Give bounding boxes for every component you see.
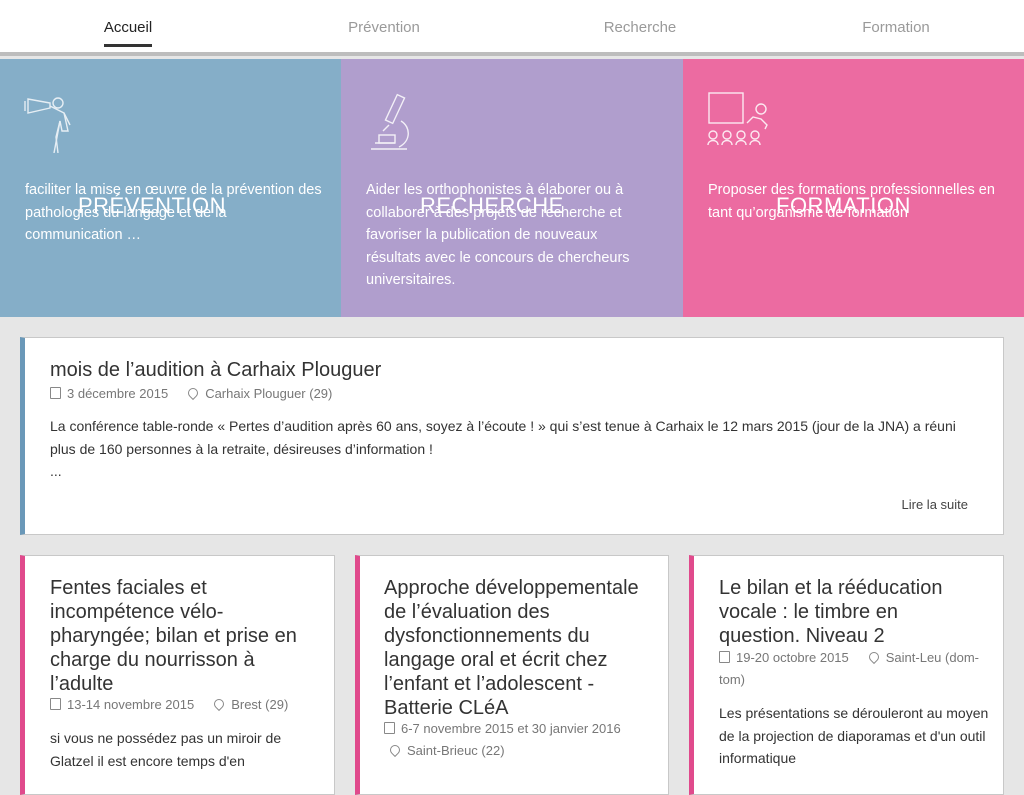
course-date: 19-20 octobre 2015 [736, 650, 849, 665]
course-card[interactable]: Fentes faciales et incompétence vélo-pha… [20, 555, 335, 795]
location-icon [866, 649, 881, 665]
nav-formation[interactable]: Formation [816, 19, 976, 36]
calendar-icon [384, 722, 395, 734]
course-card[interactable]: Le bilan et la rééducation vocale : le t… [689, 555, 1004, 795]
course-text: si vous ne possédez pas un miroir de Gla… [50, 730, 282, 769]
article-text: La conférence table-ronde « Pertes d’aud… [50, 418, 956, 457]
tile-prevention[interactable]: PRÉVENTION faciliter la mise en œuvre de… [0, 59, 341, 317]
nav-recherche[interactable]: Recherche [560, 19, 720, 36]
tile-text: Aider les orthophonistes à élaborer ou à… [366, 182, 630, 288]
featured-article: mois de l’audition à Carhaix Plouguer 3 … [20, 337, 1004, 535]
course-date: 13-14 novembre 2015 [67, 697, 195, 712]
article-date: 3 décembre 2015 [67, 386, 169, 401]
tile-text: Proposer des formations professionnelles… [708, 182, 995, 221]
tile-text: faciliter la mise en œuvre de la prévent… [25, 182, 322, 243]
article-title[interactable]: mois de l’audition à Carhaix Plouguer [50, 358, 381, 382]
tile-formation[interactable]: FORMATION Proposer des formations profes… [683, 59, 1024, 317]
course-meta: 13-14 novembre 2015 Brest (29) [50, 694, 330, 716]
main-nav: Accueil Prévention Recherche Formation [0, 0, 1024, 56]
article-meta: 3 décembre 2015 Carhaix Plouguer (29) [50, 383, 332, 405]
location-icon [212, 696, 227, 712]
course-place: Saint-Brieuc (22) [407, 743, 505, 758]
microscope-icon [371, 93, 409, 150]
course-title[interactable]: Approche développementale de l’évaluatio… [384, 576, 654, 720]
calendar-icon [719, 651, 730, 663]
article-ellipsis: ... [50, 463, 62, 479]
course-place: Brest (29) [231, 697, 289, 712]
course-text: Les présentations se dérouleront au moye… [719, 705, 989, 766]
classroom-icon [707, 92, 768, 146]
location-icon [387, 742, 403, 758]
course-title[interactable]: Fentes faciales et incompétence vélo-pha… [50, 576, 310, 696]
location-icon [186, 385, 201, 401]
calendar-icon [50, 387, 61, 399]
course-date: 6-7 novembre 2015 et 30 janvier 2016 [401, 721, 621, 736]
nav-accueil[interactable]: Accueil [48, 19, 208, 47]
course-card[interactable]: Approche développementale de l’évaluatio… [355, 555, 669, 795]
megaphone-icon [24, 97, 71, 153]
calendar-icon [50, 698, 61, 710]
nav-prevention[interactable]: Prévention [304, 19, 464, 36]
read-more-link[interactable]: Lire la suite [902, 497, 968, 512]
course-meta: 19-20 octobre 2015 Saint-Leu (dom-tom) [719, 647, 989, 691]
course-meta: 6-7 novembre 2015 et 30 janvier 2016 Sain… [384, 718, 664, 762]
article-place: Carhaix Plouguer (29) [205, 386, 333, 401]
course-title[interactable]: Le bilan et la rééducation vocale : le t… [719, 576, 979, 648]
tile-recherche[interactable]: RECHERCHE Aider les orthophonistes à éla… [341, 59, 683, 317]
